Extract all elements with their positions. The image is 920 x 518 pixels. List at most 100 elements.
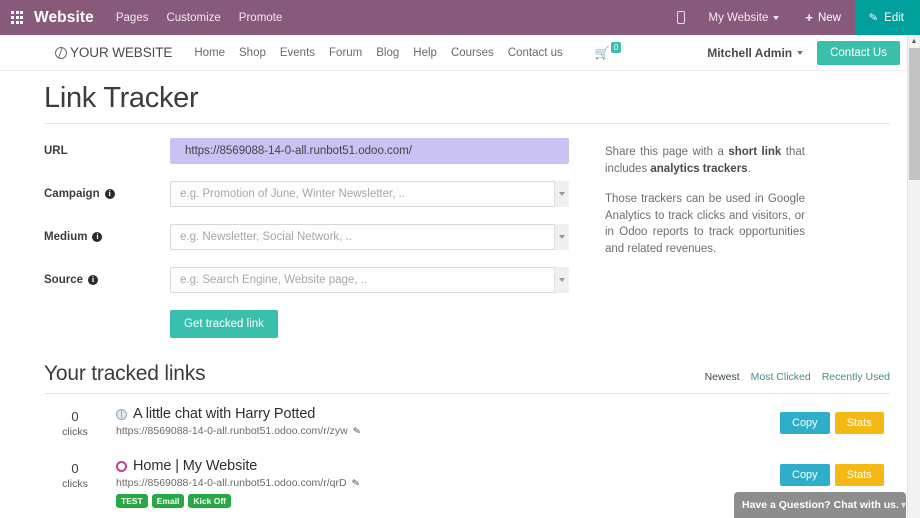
edit-button-label: Edit — [884, 11, 904, 24]
info-icon[interactable]: i — [104, 189, 115, 199]
sidebar-description: Share this page with a short link that i… — [605, 138, 805, 338]
campaign-input[interactable] — [170, 181, 569, 207]
url-label-text: URL — [44, 145, 68, 157]
website-selector[interactable]: My Website — [696, 12, 791, 24]
menu-item-promote[interactable]: Promote — [239, 12, 282, 24]
nav-item-home[interactable]: Home — [194, 47, 225, 59]
chevron-down-icon: ▼ — [898, 500, 908, 510]
link-tracker-form: URL Campaign i — [44, 138, 569, 338]
pencil-icon: ✎ — [868, 11, 880, 25]
medium-select-wrap — [170, 224, 569, 250]
desc-text-a: Share this page with a — [605, 146, 729, 158]
sort-links: Newest Most Clicked Recently Used — [705, 371, 890, 386]
page-title: Link Tracker — [44, 82, 199, 114]
odoo-bar-right: My Website + New ✎ Edit — [666, 0, 920, 35]
page-body: Link Tracker URL Campaign i — [0, 71, 920, 518]
campaign-select-wrap — [170, 181, 569, 207]
user-menu[interactable]: Mitchell Admin — [707, 45, 804, 60]
description-paragraph-1: Share this page with a short link that i… — [605, 144, 805, 177]
app-name: Website — [34, 8, 94, 26]
tag-badge: TEST — [116, 494, 148, 508]
description-paragraph-2: Those trackers can be used in Google Ana… — [605, 193, 805, 255]
campaign-dropdown-toggle[interactable] — [554, 181, 569, 207]
tag-badge: Email — [151, 494, 185, 508]
chevron-down-icon — [797, 50, 804, 55]
url-input[interactable] — [170, 138, 569, 164]
odoo-bar-menu: Pages Customize Promote — [116, 12, 282, 24]
globe-favicon-icon — [116, 408, 127, 420]
copy-button[interactable]: Copy — [780, 464, 830, 486]
nav-item-contact-us[interactable]: Contact us — [508, 47, 563, 59]
field-row-source: Source i — [44, 267, 569, 293]
short-link-url: https://8569088-14-0-all.runbot51.odoo.c… — [116, 477, 347, 489]
site-logo-text: YOUR WEBSITE — [70, 45, 173, 60]
cart-button[interactable]: 🛒 0 — [595, 42, 622, 60]
site-logo[interactable]: YOUR WEBSITE — [55, 45, 172, 60]
desc-text-short-link: short link — [728, 146, 782, 158]
odoo-top-bar: Website Pages Customize Promote My Websi… — [0, 0, 920, 35]
new-button-label: New — [817, 11, 841, 24]
mobile-preview-icon — [677, 11, 686, 24]
menu-item-pages[interactable]: Pages — [116, 12, 149, 24]
info-icon[interactable]: i — [88, 275, 98, 285]
info-icon[interactable]: i — [92, 232, 103, 242]
chevron-down-icon — [773, 15, 780, 20]
nav-item-forum[interactable]: Forum — [329, 47, 362, 59]
edit-button[interactable]: ✎ Edit — [854, 0, 920, 35]
nav-item-courses[interactable]: Courses — [451, 47, 494, 59]
tag-badge: Kick Off — [188, 494, 232, 508]
ring-favicon-icon — [116, 460, 127, 472]
field-row-url: URL — [44, 138, 569, 164]
page-scrollbar[interactable]: ▲ — [907, 35, 920, 518]
get-tracked-link-button[interactable]: Get tracked link — [170, 310, 278, 338]
stats-button[interactable]: Stats — [834, 464, 884, 486]
plus-icon: + — [805, 10, 813, 25]
sort-recently-used[interactable]: Recently Used — [822, 371, 890, 383]
pencil-edit-icon[interactable]: ✎ — [351, 477, 361, 489]
link-title[interactable]: A little chat with Harry Potted — [133, 406, 315, 422]
row-actions: Copy Stats — [780, 406, 890, 434]
source-input[interactable] — [170, 267, 569, 293]
source-label-text: Source — [44, 274, 83, 286]
chevron-down-icon — [559, 235, 565, 239]
short-link-url: https://8569088-14-0-all.runbot51.odoo.c… — [116, 425, 348, 437]
source-dropdown-toggle[interactable] — [554, 267, 569, 293]
new-button[interactable]: + New — [791, 11, 855, 24]
contact-us-button[interactable]: Contact Us — [817, 40, 900, 65]
nav-item-blog[interactable]: Blog — [376, 47, 399, 59]
link-title-row: A little chat with Harry Potted — [116, 406, 780, 422]
nav-item-events[interactable]: Events — [280, 47, 315, 59]
url-label: URL — [44, 145, 170, 157]
mobile-preview-button[interactable] — [666, 0, 696, 35]
clicks-column: 0 clicks — [44, 406, 106, 439]
copy-button[interactable]: Copy — [780, 412, 830, 434]
link-tracker-form-area: URL Campaign i — [44, 138, 890, 338]
medium-dropdown-toggle[interactable] — [554, 224, 569, 250]
table-row: 0 clicks A little chat with Harry Potted… — [44, 394, 890, 446]
title-divider — [44, 123, 890, 124]
medium-label: Medium i — [44, 231, 170, 243]
pencil-edit-icon[interactable]: ✎ — [352, 425, 362, 437]
apps-menu-button[interactable] — [0, 0, 34, 35]
link-title[interactable]: Home | My Website — [133, 458, 257, 474]
clicks-column: 0 clicks — [44, 458, 106, 491]
clicks-count: 0 — [71, 409, 79, 424]
medium-label-text: Medium — [44, 231, 88, 243]
website-selector-label: My Website — [708, 11, 769, 24]
scroll-up-arrow-icon[interactable]: ▲ — [908, 35, 920, 48]
nav-item-help[interactable]: Help — [413, 47, 437, 59]
medium-input[interactable] — [170, 224, 569, 250]
scrollbar-thumb[interactable] — [909, 48, 920, 180]
menu-item-customize[interactable]: Customize — [166, 12, 220, 24]
user-menu-label: Mitchell Admin — [707, 45, 793, 60]
campaign-label: Campaign i — [44, 188, 170, 200]
field-row-campaign: Campaign i — [44, 181, 569, 207]
field-row-medium: Medium i — [44, 224, 569, 250]
tags-row: TEST Email Kick Off — [116, 494, 780, 508]
header-right: Mitchell Admin Contact Us — [707, 40, 900, 65]
sort-newest[interactable]: Newest — [705, 371, 740, 383]
nav-item-shop[interactable]: Shop — [239, 47, 266, 59]
sort-most-clicked[interactable]: Most Clicked — [751, 371, 811, 383]
stats-button[interactable]: Stats — [834, 412, 884, 434]
livechat-widget-button[interactable]: Have a Question? Chat with us. ▼ — [734, 492, 908, 518]
